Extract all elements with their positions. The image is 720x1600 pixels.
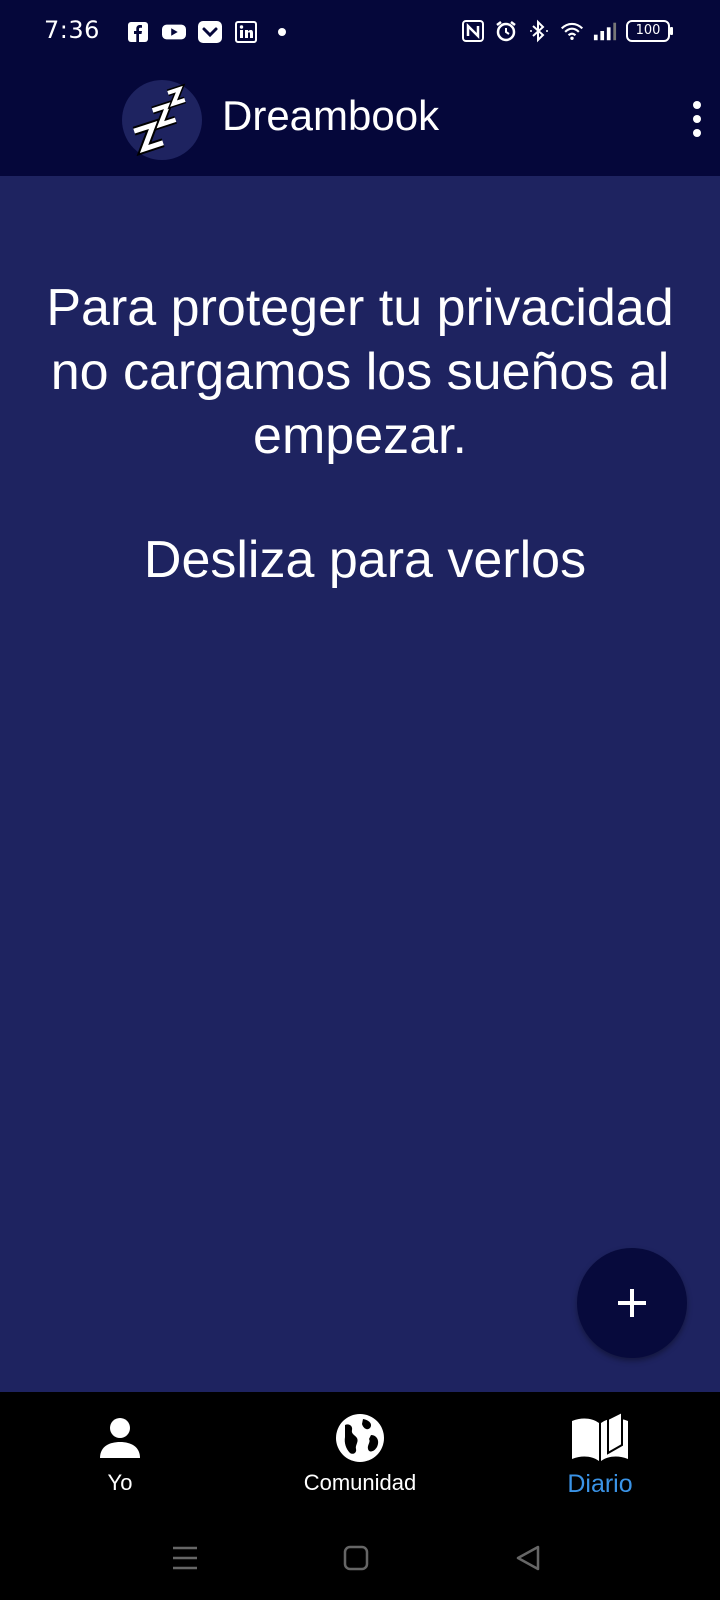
diary-content[interactable]: Para proteger tu privacidad no cargamos …: [0, 176, 720, 1392]
nav-label-comunidad: Comunidad: [303, 1470, 417, 1495]
more-vert-icon[interactable]: [686, 94, 708, 144]
facebook-icon: [126, 20, 150, 44]
add-dream-button[interactable]: [577, 1248, 687, 1358]
youtube-icon: [162, 20, 186, 44]
system-navigation-bar: [0, 1516, 720, 1600]
bluetooth-icon: [527, 19, 551, 43]
nfc-icon: [461, 19, 485, 43]
app-bar: Dreambook: [0, 64, 720, 176]
nav-item-diario[interactable]: Diario: [500, 1410, 700, 1510]
globe-icon: [330, 1410, 390, 1466]
bottom-nav: Yo Comunidad Diario: [0, 1392, 720, 1516]
menu-icon[interactable]: [167, 1540, 203, 1576]
signal-icon: [593, 19, 617, 43]
notification-dot-icon: [270, 20, 294, 44]
notification-icons: [126, 20, 294, 44]
app-title: Dreambook: [222, 92, 440, 139]
privacy-message: Para proteger tu privacidad no cargamos …: [46, 279, 674, 465]
status-time: 7:36: [44, 16, 100, 44]
wifi-icon: [560, 19, 584, 43]
back-icon[interactable]: [510, 1540, 546, 1576]
nav-item-comunidad[interactable]: Comunidad: [260, 1410, 460, 1510]
person-icon: [90, 1410, 150, 1466]
nav-item-yo[interactable]: Yo: [20, 1410, 220, 1510]
home-icon[interactable]: [338, 1540, 374, 1576]
battery-icon: 100: [626, 20, 673, 42]
book-icon: [570, 1410, 630, 1466]
status-bar: 7:36 100: [0, 0, 720, 64]
pocket-icon: [198, 20, 222, 44]
zzz-sleep-logo: [122, 80, 202, 160]
plus-icon: [618, 1289, 646, 1317]
alarm-icon: [494, 19, 518, 43]
swipe-hint: Desliza para verlos: [143, 531, 587, 589]
nav-label-yo: Yo: [107, 1470, 133, 1495]
system-status-icons: 100: [461, 19, 673, 43]
linkedin-icon: [234, 20, 258, 44]
nav-label-diario: Diario: [567, 1470, 633, 1498]
